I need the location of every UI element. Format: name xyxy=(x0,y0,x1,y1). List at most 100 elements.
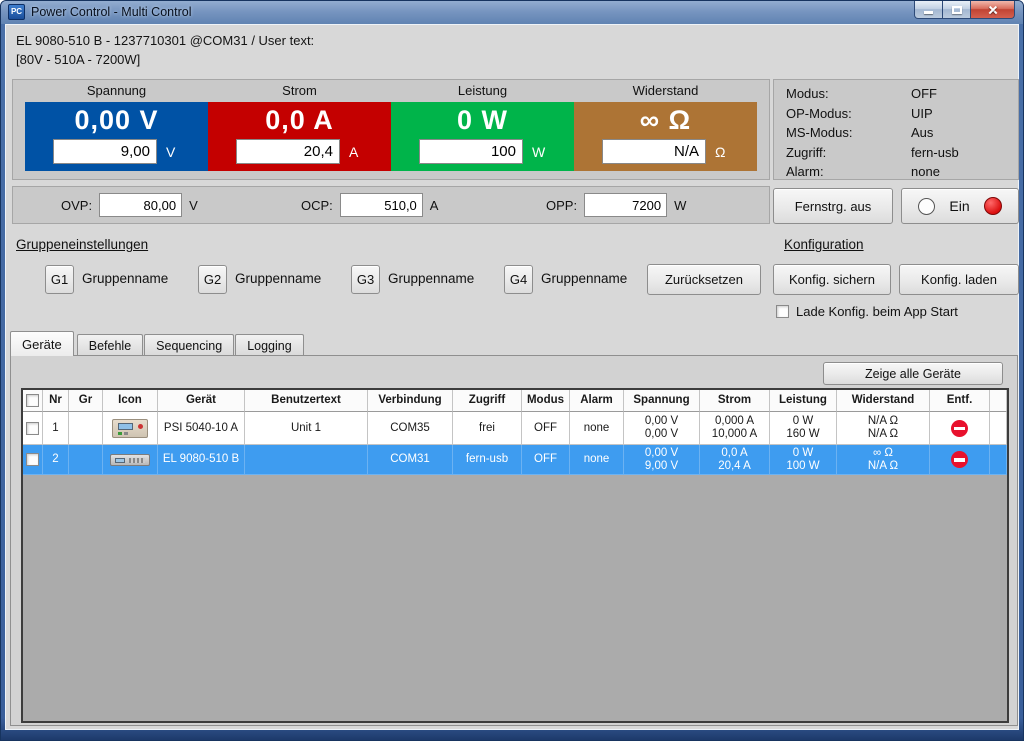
col-header-benutzertext[interactable]: Benutzertext xyxy=(245,390,368,412)
status-label-alarm: Alarm: xyxy=(786,164,911,179)
close-button[interactable] xyxy=(970,1,1015,19)
status-panel: Modus:OFF OP-Modus:UIP MS-Modus:Aus Zugr… xyxy=(773,79,1019,180)
power-set-unit: W xyxy=(532,144,546,160)
status-value-alarm: none xyxy=(911,164,940,179)
power-on-label: Ein xyxy=(949,198,969,214)
power-display: 0 W W xyxy=(391,102,574,171)
opp-input[interactable] xyxy=(584,193,667,217)
table-header-row: Nr Gr Icon Gerät Benutzertext Verbindung… xyxy=(23,390,1007,412)
maximize-icon xyxy=(952,6,962,14)
current-set-input[interactable] xyxy=(236,139,340,164)
row1-verbindung: COM35 xyxy=(368,412,453,445)
group-name-g3: Gruppenname xyxy=(388,271,474,286)
voltage-set-input[interactable] xyxy=(53,139,157,164)
select-all-checkbox[interactable] xyxy=(26,394,39,407)
group-button-g2[interactable]: G2 xyxy=(198,265,227,294)
row2-nr: 2 xyxy=(43,445,69,475)
status-label-zugriff: Zugriff: xyxy=(786,145,911,160)
titlebar[interactable]: PC Power Control - Multi Control xyxy=(1,1,1023,24)
row-checkbox[interactable] xyxy=(26,453,39,466)
group-button-g3[interactable]: G3 xyxy=(351,265,380,294)
meter-label-current: Strom xyxy=(208,83,391,98)
status-label-op-modus: OP-Modus: xyxy=(786,106,911,121)
ovp-label: OVP: xyxy=(61,198,92,213)
row2-benutzertext xyxy=(245,445,368,475)
show-all-devices-button[interactable]: Zeige alle Geräte xyxy=(823,362,1003,385)
device-info-header: EL 9080-510 B - 1237710301 @COM31 / User… xyxy=(16,31,314,69)
ovp-input[interactable] xyxy=(99,193,182,217)
resistance-actual-value: ∞ Ω xyxy=(574,105,757,136)
col-header-modus[interactable]: Modus xyxy=(522,390,570,412)
psi-device-icon xyxy=(112,419,148,438)
group-name-g2: Gruppenname xyxy=(235,271,321,286)
reset-groups-button[interactable]: Zurücksetzen xyxy=(647,264,761,295)
resistance-set-input[interactable] xyxy=(602,139,706,164)
power-radio-icon[interactable] xyxy=(918,198,935,215)
close-icon xyxy=(987,4,999,16)
devices-tab-page: Zeige alle Geräte Nr Gr Icon Gerät Benut… xyxy=(10,355,1018,726)
voltage-actual-value: 0,00 V xyxy=(25,105,208,136)
col-header-widerstand[interactable]: Widerstand xyxy=(837,390,930,412)
remove-device-icon[interactable] xyxy=(951,451,968,468)
col-header-zugriff[interactable]: Zugriff xyxy=(453,390,522,412)
meter-label-resistance: Widerstand xyxy=(574,83,757,98)
current-set-unit: A xyxy=(349,144,363,160)
minimize-button[interactable] xyxy=(914,1,943,19)
app-icon: PC xyxy=(8,4,25,20)
tab-logging[interactable]: Logging xyxy=(235,334,304,356)
col-header-icon[interactable]: Icon xyxy=(103,390,158,412)
row1-modus: OFF xyxy=(522,412,570,445)
col-header-gr[interactable]: Gr xyxy=(69,390,103,412)
config-load-button[interactable]: Konfig. laden xyxy=(899,264,1019,295)
status-value-modus: OFF xyxy=(911,86,937,101)
power-set-input[interactable] xyxy=(419,139,523,164)
current-display: 0,0 A A xyxy=(208,102,391,171)
voltage-display: 0,00 V V xyxy=(25,102,208,171)
power-actual-value: 0 W xyxy=(391,105,574,136)
status-value-ms-modus: Aus xyxy=(911,125,933,140)
col-header-leistung[interactable]: Leistung xyxy=(770,390,837,412)
window-title: Power Control - Multi Control xyxy=(31,5,191,19)
power-on-button[interactable]: Ein xyxy=(901,188,1019,224)
col-header-strom[interactable]: Strom xyxy=(700,390,770,412)
device-row-2-selected[interactable]: 2 EL 9080-510 B COM31 fern-usb OFF none … xyxy=(23,445,1007,475)
minimize-icon xyxy=(924,11,933,14)
config-autoload-checkbox[interactable] xyxy=(776,305,789,318)
tab-sequencing[interactable]: Sequencing xyxy=(144,334,234,356)
row1-gr xyxy=(69,412,103,445)
tab-befehle[interactable]: Befehle xyxy=(77,334,143,356)
group-settings-heading: Gruppeneinstellungen xyxy=(16,237,148,252)
ovp-unit: V xyxy=(189,198,198,213)
device-info-line2: [80V - 510A - 7200W] xyxy=(16,50,314,69)
col-header-verbindung[interactable]: Verbindung xyxy=(368,390,453,412)
device-table: Nr Gr Icon Gerät Benutzertext Verbindung… xyxy=(21,388,1009,723)
ocp-label: OCP: xyxy=(301,198,333,213)
tab-geraete[interactable]: Geräte xyxy=(10,331,74,356)
meter-label-voltage: Spannung xyxy=(25,83,208,98)
row1-benutzertext: Unit 1 xyxy=(245,412,368,445)
group-button-g4[interactable]: G4 xyxy=(504,265,533,294)
col-header-spannung[interactable]: Spannung xyxy=(624,390,700,412)
col-header-geraet[interactable]: Gerät xyxy=(158,390,245,412)
measurement-panel: Spannung Strom Leistung Widerstand 0,00 … xyxy=(12,79,770,180)
col-header-nr[interactable]: Nr xyxy=(43,390,69,412)
maximize-button[interactable] xyxy=(943,1,970,19)
row-checkbox[interactable] xyxy=(26,422,39,435)
config-save-button[interactable]: Konfig. sichern xyxy=(773,264,891,295)
device-row-1[interactable]: 1 PSI 5040-10 A Unit 1 COM35 frei OFF no… xyxy=(23,412,1007,445)
row2-gr xyxy=(69,445,103,475)
configuration-heading: Konfiguration xyxy=(784,237,864,252)
remove-device-icon[interactable] xyxy=(951,420,968,437)
ocp-input[interactable] xyxy=(340,193,423,217)
device-info-line1: EL 9080-510 B - 1237710301 @COM31 / User… xyxy=(16,31,314,50)
row2-verbindung: COM31 xyxy=(368,445,453,475)
col-header-entf[interactable]: Entf. xyxy=(930,390,990,412)
group-button-g1[interactable]: G1 xyxy=(45,265,74,294)
col-header-alarm[interactable]: Alarm xyxy=(570,390,624,412)
voltage-set-unit: V xyxy=(166,144,180,160)
remote-control-off-button[interactable]: Fernstrg. aus xyxy=(773,188,893,224)
config-autoload-label: Lade Konfig. beim App Start xyxy=(796,304,958,319)
row2-geraet: EL 9080-510 B xyxy=(158,445,245,475)
resistance-display: ∞ Ω Ω xyxy=(574,102,757,171)
row1-geraet: PSI 5040-10 A xyxy=(158,412,245,445)
